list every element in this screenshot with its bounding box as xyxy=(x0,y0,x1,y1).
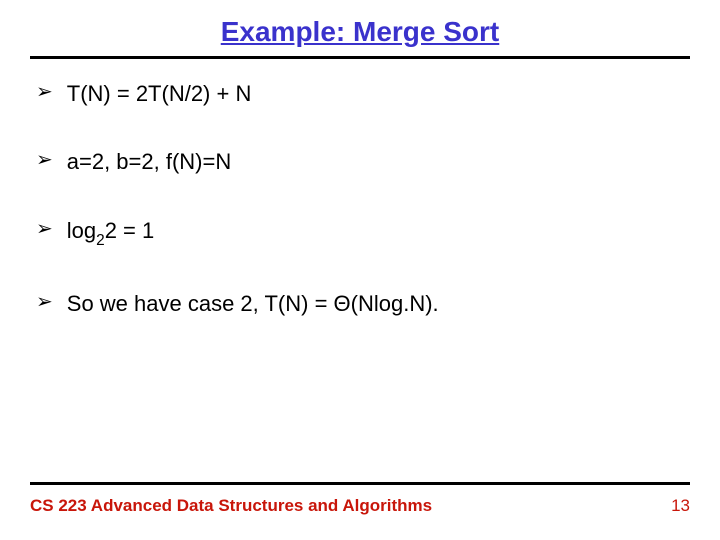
title-divider xyxy=(30,56,690,59)
footer-divider xyxy=(30,482,690,485)
bullet-icon: ➢ xyxy=(36,291,53,314)
footer-course: CS 223 Advanced Data Structures and Algo… xyxy=(30,496,432,516)
list-item: ➢ So we have case 2, T(N) = Θ(Nlog.N). xyxy=(36,291,690,317)
bullet-icon: ➢ xyxy=(36,218,53,241)
list-item: ➢ T(N) = 2T(N/2) + N xyxy=(36,81,690,107)
bullet-icon: ➢ xyxy=(36,81,53,104)
slide-footer: CS 223 Advanced Data Structures and Algo… xyxy=(30,496,690,516)
slide-body: ➢ T(N) = 2T(N/2) + N ➢ a=2, b=2, f(N)=N … xyxy=(30,81,690,317)
page-number: 13 xyxy=(671,496,690,516)
bullet-text: log22 = 1 xyxy=(67,218,154,249)
slide: Example: Merge Sort ➢ T(N) = 2T(N/2) + N… xyxy=(0,0,720,540)
bullet-text: a=2, b=2, f(N)=N xyxy=(67,149,231,175)
slide-title: Example: Merge Sort xyxy=(30,16,690,48)
list-item: ➢ log22 = 1 xyxy=(36,218,690,249)
bullet-text: So we have case 2, T(N) = Θ(Nlog.N). xyxy=(67,291,439,317)
bullet-text: T(N) = 2T(N/2) + N xyxy=(67,81,252,107)
list-item: ➢ a=2, b=2, f(N)=N xyxy=(36,149,690,175)
bullet-icon: ➢ xyxy=(36,149,53,172)
